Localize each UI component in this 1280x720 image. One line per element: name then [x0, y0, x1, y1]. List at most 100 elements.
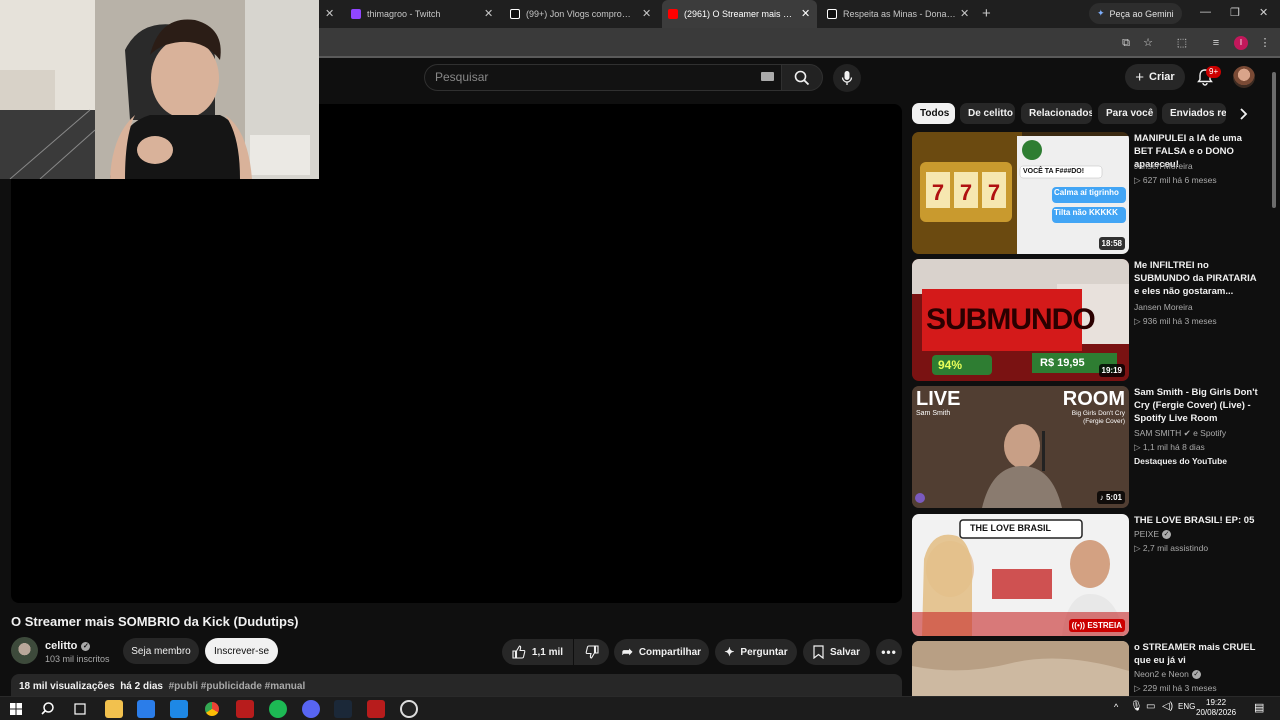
- recommendation-title[interactable]: o STREAMER mais CRUEL que eu já vi: [1134, 641, 1262, 667]
- obs-icon[interactable]: [400, 700, 418, 718]
- description-box[interactable]: 18 mil visualizações há 2 dias #publi #p…: [11, 674, 902, 696]
- recommendation-channel[interactable]: PEIXE ✓: [1134, 529, 1172, 539]
- video-thumbnail[interactable]: 7 7 7 Calma aí tigrinho Tilta não KKKKK …: [912, 132, 1129, 254]
- video-thumbnail[interactable]: THE LOVE BRASIL ((•)) ESTREIA: [912, 514, 1129, 636]
- notifications-icon[interactable]: ▤: [1254, 701, 1264, 714]
- keyboard-icon[interactable]: [761, 72, 774, 81]
- channel-name[interactable]: celitto ✓: [45, 640, 91, 652]
- microphone-icon[interactable]: 🎙︎: [1130, 701, 1143, 712]
- tab-respeita-as-minas[interactable]: Respeita as Minas - Dona e Bia: [821, 0, 956, 28]
- recommendation-title[interactable]: Sam Smith - Big Girls Don't Cry (Fergie …: [1134, 386, 1262, 425]
- create-button[interactable]: + Criar: [1125, 64, 1185, 90]
- recommendation-item[interactable]: SUBMUNDO 94% R$ 19,95 19:19 Me INFILTREI…: [912, 259, 1262, 381]
- recommendation-channel[interactable]: SAM SMITH ✔ e Spotify: [1134, 428, 1226, 439]
- thumb-text: Calma aí tigrinho: [1054, 188, 1119, 197]
- extensions-icon[interactable]: ⬚: [1175, 36, 1189, 50]
- chrome-icon[interactable]: [203, 700, 221, 718]
- close-window-icon[interactable]: ✕: [1259, 6, 1268, 19]
- chip-from-channel[interactable]: De celitto: [960, 103, 1015, 124]
- video-title: O Streamer mais SOMBRIO da Kick (Dudutip…: [11, 614, 299, 629]
- tab-twitch[interactable]: thimagroo - Twitch: [345, 0, 485, 28]
- language-indicator[interactable]: ENG: [1178, 702, 1195, 711]
- ask-button[interactable]: ✦ Perguntar: [715, 639, 797, 665]
- chip-for-you[interactable]: Para você: [1098, 103, 1157, 124]
- upload-age: há 2 dias: [120, 681, 163, 692]
- store-icon[interactable]: [137, 700, 155, 718]
- recommendation-channel[interactable]: Jansen Moreira: [1134, 302, 1193, 312]
- mail-icon[interactable]: [170, 700, 188, 718]
- youtube-icon: [668, 9, 678, 19]
- webcam-overlay: [0, 0, 319, 179]
- tab-jon-vlogs[interactable]: (99+) Jon Vlogs comprou avião: [504, 0, 634, 28]
- chip-recently-uploaded[interactable]: Enviados recentemente: [1162, 103, 1226, 124]
- join-member-button[interactable]: Seja membro: [123, 638, 199, 664]
- video-thumbnail[interactable]: [912, 641, 1129, 696]
- sparkle-icon: ✦: [724, 645, 735, 659]
- recommendation-item[interactable]: 7 7 7 Calma aí tigrinho Tilta não KKKKK …: [912, 132, 1262, 254]
- task-view-icon[interactable]: [71, 700, 89, 718]
- search-icon[interactable]: [39, 700, 57, 718]
- like-button[interactable]: 1,1 mil: [502, 639, 573, 665]
- chevron-right-icon[interactable]: [1233, 104, 1253, 124]
- save-button[interactable]: Salvar: [803, 639, 870, 665]
- browser-menu-icon[interactable]: ⋮: [1258, 36, 1272, 50]
- close-tab-icon[interactable]: ✕: [325, 7, 334, 20]
- windows-start-icon[interactable]: [7, 700, 25, 718]
- chevron-up-icon[interactable]: ^: [1114, 702, 1118, 712]
- install-app-icon[interactable]: ⧉: [1119, 36, 1133, 50]
- close-tab-icon[interactable]: ✕: [801, 7, 810, 20]
- recommendation-channel[interactable]: Neon2 e Neon ✓: [1134, 669, 1201, 679]
- steam-icon[interactable]: [334, 700, 352, 718]
- gemini-icon: ✦: [1097, 8, 1105, 18]
- minimize-icon[interactable]: —: [1200, 6, 1211, 18]
- recommendation-item[interactable]: o STREAMER mais CRUEL que eu já vi Neon2…: [912, 641, 1262, 696]
- thumb-text: LIVE: [916, 388, 961, 410]
- gemini-button[interactable]: ✦ Peça ao Gemini: [1089, 3, 1182, 24]
- recommendation-title[interactable]: Me INFILTREI no SUBMUNDO da PIRATARIA e …: [1134, 259, 1262, 298]
- twitch-icon: [351, 9, 361, 19]
- volume-icon[interactable]: ◁): [1162, 701, 1173, 712]
- svg-text:7: 7: [960, 180, 972, 205]
- dislike-button[interactable]: [574, 639, 609, 665]
- search-button[interactable]: [781, 64, 823, 91]
- share-icon: ➦: [621, 644, 633, 659]
- taskbar: ^ 🎙︎ ▭ ◁) ▤: [0, 696, 1280, 720]
- voice-search-button[interactable]: [833, 64, 861, 92]
- account-avatar[interactable]: [1233, 66, 1255, 88]
- discord-icon[interactable]: [302, 700, 320, 718]
- search-input[interactable]: Pesquisar: [424, 64, 784, 91]
- recommendation-meta: ▷ 2,7 mil assistindo: [1134, 543, 1209, 553]
- video-thumbnail[interactable]: SUBMUNDO 94% R$ 19,95 19:19: [912, 259, 1129, 381]
- bookmark-star-icon[interactable]: ☆: [1141, 36, 1155, 50]
- recommendation-item[interactable]: THE LOVE BRASIL ((•)) ESTREIA THE LOVE B…: [912, 514, 1262, 636]
- thumb-text: Sam Smith: [916, 410, 951, 417]
- profile-avatar[interactable]: I: [1234, 36, 1248, 50]
- svg-text:7: 7: [988, 180, 1000, 205]
- hashtags[interactable]: #publi #publicidade #manual: [169, 681, 306, 692]
- recommendation-title[interactable]: THE LOVE BRASIL! EP: 05: [1134, 514, 1262, 527]
- share-button[interactable]: ➦ Compartilhar: [614, 639, 709, 665]
- recommendation-item[interactable]: LIVE ROOM Sam Smith Big Girls Don't Cry …: [912, 386, 1262, 508]
- close-tab-icon[interactable]: ✕: [642, 7, 651, 20]
- recommendation-channel[interactable]: Jansen Moreira: [1134, 161, 1193, 171]
- chip-related[interactable]: Relacionados: [1021, 103, 1092, 124]
- maximize-icon[interactable]: ❐: [1230, 6, 1240, 19]
- file-explorer-icon[interactable]: [105, 700, 123, 718]
- chip-all[interactable]: Todos: [912, 103, 955, 124]
- spotify-icon[interactable]: [269, 700, 287, 718]
- new-tab-icon[interactable]: +: [982, 5, 991, 22]
- more-actions-button[interactable]: •••: [876, 639, 902, 665]
- channel-avatar[interactable]: [11, 637, 38, 664]
- tab-youtube-active[interactable]: (2961) O Streamer mais SOMBRIO: [662, 0, 817, 28]
- close-tab-icon[interactable]: ✕: [960, 7, 969, 20]
- scrollbar-thumb[interactable]: [1272, 72, 1276, 208]
- media-control-icon[interactable]: ≡: [1209, 36, 1223, 50]
- app-icon[interactable]: [367, 700, 385, 718]
- network-icon[interactable]: ▭: [1146, 701, 1155, 712]
- video-thumbnail[interactable]: LIVE ROOM Sam Smith Big Girls Don't Cry …: [912, 386, 1129, 508]
- app-icon[interactable]: [236, 700, 254, 718]
- close-tab-icon[interactable]: ✕: [484, 7, 493, 20]
- taskbar-clock[interactable]: 19:22 20/08/2026: [1196, 698, 1236, 718]
- subscribe-button[interactable]: Inscrever-se: [205, 638, 278, 664]
- premiere-badge: ((•)) ESTREIA: [1068, 619, 1125, 632]
